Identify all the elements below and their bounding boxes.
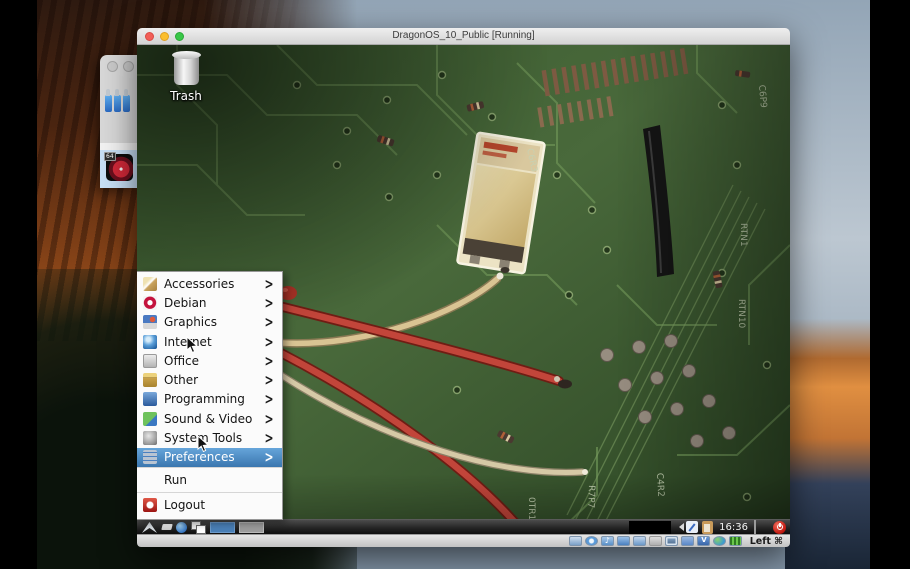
office-icon bbox=[143, 353, 157, 368]
menu-item-label: Programming bbox=[164, 392, 245, 407]
menu-launcher-icon[interactable] bbox=[141, 521, 158, 534]
dragonos-vm-icon: 64 bbox=[104, 152, 133, 181]
menu-item-label: Preferences bbox=[164, 450, 235, 465]
tools-pen-icon bbox=[105, 89, 112, 112]
menu-item-graphics[interactable]: Graphics > bbox=[137, 313, 282, 332]
menu-item-label: Other bbox=[164, 373, 199, 388]
submenu-arrow-icon: > bbox=[264, 352, 274, 370]
tray-collapse-arrow-icon[interactable] bbox=[675, 523, 685, 531]
manager-vm-row-selected[interactable]: 64 bbox=[100, 150, 137, 188]
menu-item-label: Accessories bbox=[164, 276, 235, 291]
application-menu: Accessories > Debian > Graphics > Intern… bbox=[137, 271, 283, 520]
submenu-arrow-icon: > bbox=[264, 294, 274, 312]
workspace-2-pager[interactable] bbox=[239, 521, 264, 533]
accessories-icon bbox=[143, 276, 157, 291]
menu-item-label: Logout bbox=[164, 497, 206, 512]
optical-disc-icon[interactable] bbox=[584, 536, 598, 546]
manager-toolbar-dot[interactable] bbox=[123, 61, 134, 72]
system-tools-icon bbox=[143, 431, 157, 446]
redacted-monitor-area bbox=[629, 520, 672, 534]
vbox-statusbar: Left ⌘ bbox=[137, 534, 790, 547]
menu-item-label: Internet bbox=[164, 335, 264, 349]
manager-tools-icon[interactable] bbox=[105, 89, 130, 112]
trash-label: Trash bbox=[170, 89, 202, 103]
menu-item-label: Sound & Video bbox=[164, 411, 253, 426]
submenu-arrow-icon: > bbox=[264, 274, 274, 293]
manager-vm-list bbox=[100, 143, 137, 150]
trash-desktop-icon[interactable]: Trash bbox=[157, 51, 215, 103]
submenu-arrow-icon: > bbox=[264, 448, 274, 467]
programming-icon bbox=[143, 392, 157, 407]
logout-icon bbox=[143, 497, 157, 512]
hdd-activity-icon[interactable] bbox=[568, 536, 582, 546]
mouse-cursor bbox=[186, 336, 199, 354]
submenu-arrow-icon: > bbox=[264, 332, 274, 351]
taskbar-clock[interactable]: 16:36 bbox=[719, 522, 748, 533]
menu-item-label: Graphics bbox=[164, 315, 217, 330]
menu-item-run[interactable]: Run bbox=[137, 468, 282, 492]
close-button[interactable] bbox=[145, 32, 154, 41]
keyboard-icon[interactable] bbox=[728, 536, 742, 546]
network-icon[interactable] bbox=[616, 536, 630, 546]
vm-screen: C6R3 C6P9 RTN1 RTN10 C4R2 R7P7 0TR1 Tras… bbox=[137, 45, 790, 534]
minimize-button[interactable] bbox=[160, 32, 169, 41]
menu-item-office[interactable]: Office > bbox=[137, 351, 282, 370]
right-shade bbox=[617, 45, 790, 534]
screensaver-monitor-icon[interactable] bbox=[754, 519, 769, 534]
mouse-cursor bbox=[197, 435, 210, 453]
other-drawer-icon bbox=[143, 373, 157, 388]
wallpaper-mountain-right bbox=[785, 0, 870, 569]
menu-item-other[interactable]: Other > bbox=[137, 370, 282, 389]
graphics-icon bbox=[143, 315, 157, 330]
submenu-arrow-icon: > bbox=[264, 409, 274, 428]
menu-item-sound-video[interactable]: Sound & Video > bbox=[137, 409, 282, 428]
submenu-arrow-icon: > bbox=[264, 371, 274, 389]
display-icon[interactable] bbox=[664, 536, 678, 546]
menu-item-debian[interactable]: Debian > bbox=[137, 293, 282, 312]
window-list-icon[interactable] bbox=[191, 521, 206, 534]
file-manager-icon[interactable] bbox=[176, 521, 187, 533]
host-key-label: Left ⌘ bbox=[749, 535, 783, 547]
show-desktop-icon[interactable] bbox=[161, 524, 173, 530]
vm-64bit-badge: 64 bbox=[104, 152, 116, 161]
usb-icon[interactable] bbox=[632, 536, 646, 546]
menu-item-label: Run bbox=[164, 472, 188, 487]
menu-item-label: Office bbox=[164, 353, 200, 368]
trash-icon bbox=[171, 51, 201, 85]
submenu-arrow-icon: > bbox=[264, 429, 274, 447]
traffic-lights bbox=[145, 32, 184, 41]
manager-toolbar-dot[interactable] bbox=[107, 61, 118, 72]
menu-item-internet[interactable]: Internet > bbox=[137, 332, 282, 351]
shared-folders-icon[interactable] bbox=[648, 536, 662, 546]
tools-pen-icon bbox=[123, 89, 130, 112]
audio-icon[interactable] bbox=[600, 536, 614, 546]
notes-tray-icon[interactable] bbox=[686, 521, 699, 533]
vm-window: DragonOS_10_Public [Running] Trash Acces… bbox=[137, 28, 790, 547]
recording-icon[interactable] bbox=[680, 536, 694, 546]
tools-pen-icon bbox=[114, 89, 121, 112]
submenu-arrow-icon: > bbox=[264, 313, 274, 331]
screen: 64 DragonOS_10_Public [Running] Trash Ac… bbox=[0, 0, 910, 569]
preferences-icon bbox=[143, 450, 157, 465]
workspace-1-pager[interactable] bbox=[210, 521, 235, 533]
debian-icon bbox=[143, 295, 157, 310]
vm-taskbar: 16:36 bbox=[137, 519, 790, 534]
zoom-button[interactable] bbox=[175, 32, 184, 41]
menu-item-accessories[interactable]: Accessories > bbox=[137, 274, 282, 293]
menu-item-label: Debian bbox=[164, 295, 207, 310]
vm-features-icon[interactable] bbox=[696, 536, 710, 546]
virtualbox-manager-window: 64 bbox=[100, 55, 137, 188]
submenu-arrow-icon: > bbox=[264, 390, 274, 409]
internet-globe-icon bbox=[143, 334, 157, 349]
menu-item-programming[interactable]: Programming > bbox=[137, 390, 282, 409]
sound-video-icon bbox=[143, 411, 157, 426]
shutdown-power-icon[interactable] bbox=[773, 520, 786, 534]
menu-item-label: System Tools bbox=[164, 431, 243, 446]
vm-titlebar[interactable]: DragonOS_10_Public [Running] bbox=[137, 28, 790, 45]
clipboard-tray-icon[interactable] bbox=[702, 520, 714, 534]
mouse-integration-icon[interactable] bbox=[712, 536, 726, 546]
menu-item-logout[interactable]: Logout bbox=[137, 493, 282, 517]
window-title: DragonOS_10_Public [Running] bbox=[392, 30, 535, 41]
